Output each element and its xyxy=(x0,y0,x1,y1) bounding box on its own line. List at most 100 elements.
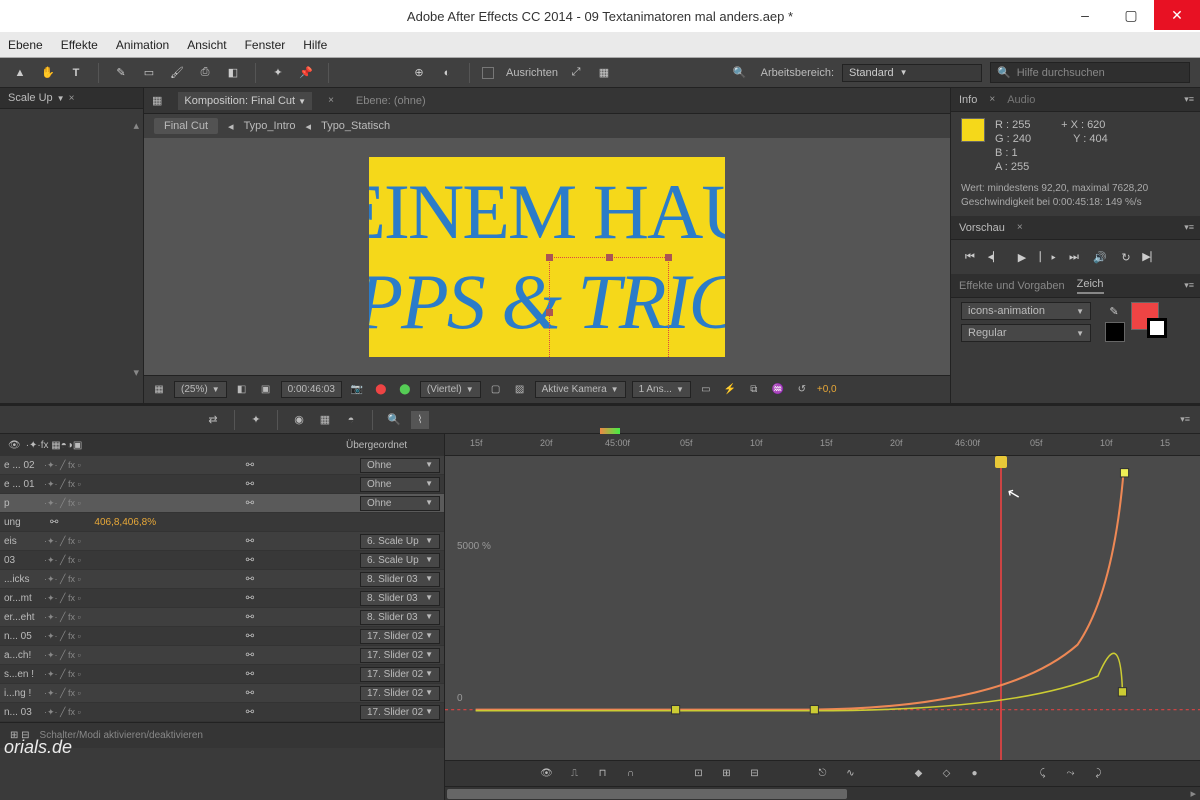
layer-row[interactable]: 03·✦· ╱ fx ▫⚯6. Scale Up▼ xyxy=(0,551,444,570)
parent-dropdown[interactable]: 6. Scale Up▼ xyxy=(360,553,440,568)
graph-editor-icon[interactable]: ⌇ xyxy=(411,411,429,429)
text-tool-icon[interactable]: T xyxy=(66,63,86,83)
layer-switches[interactable]: ·✦· ╱ fx ▫ xyxy=(44,688,144,699)
layer-switches[interactable]: ·✦· ╱ fx ▫ xyxy=(44,707,144,718)
next-frame-button[interactable]: ⎸▸ xyxy=(1039,248,1057,266)
layer-switches[interactable]: ·✦· ╱ fx ▫ xyxy=(44,536,144,547)
link-icon[interactable]: ⚯ xyxy=(246,574,254,585)
link-icon[interactable]: ⚯ xyxy=(246,650,254,661)
close-icon[interactable]: × xyxy=(328,95,334,106)
layer-switches[interactable]: ·✦· ╱ fx ▫ xyxy=(44,574,144,585)
panel-menu-icon[interactable]: ▾≡ xyxy=(1184,280,1194,291)
menu-ansicht[interactable]: Ansicht xyxy=(187,38,226,52)
link-icon[interactable]: ⚯ xyxy=(246,536,254,547)
auto-bezier-icon[interactable]: ● xyxy=(966,765,984,783)
edit-expr-icon[interactable]: ∿ xyxy=(842,765,860,783)
parent-dropdown[interactable]: Ohne▼ xyxy=(360,477,440,492)
link-icon[interactable]: ⚯ xyxy=(246,707,254,718)
font-family-dropdown[interactable]: icons-animation▼ xyxy=(961,302,1091,320)
pin-tool-icon[interactable]: 📌 xyxy=(296,63,316,83)
layer-switches[interactable]: ·✦· ╱ fx ▫ xyxy=(44,555,144,566)
parent-dropdown[interactable]: 17. Slider 02▼ xyxy=(360,629,440,644)
ram-preview-button[interactable]: ▶⎸ xyxy=(1143,248,1161,266)
prev-frame-button[interactable]: ◂⎸ xyxy=(987,248,1005,266)
workspace-dropdown[interactable]: Standard ▼ xyxy=(842,64,982,82)
camera-dropdown[interactable]: Aktive Kamera▼ xyxy=(535,381,626,398)
grid-icon[interactable]: ▦ xyxy=(150,381,168,399)
link-icon[interactable]: ⚯ xyxy=(50,517,58,528)
link-icon[interactable]: ⚯ xyxy=(246,612,254,623)
tab-preview[interactable]: Vorschau xyxy=(959,222,1005,234)
timeline-scrollbar[interactable]: ▸ xyxy=(445,786,1200,800)
rect-tool-icon[interactable]: ▭ xyxy=(139,63,159,83)
fit-icon[interactable]: ⊡ xyxy=(690,765,708,783)
menu-fenster[interactable]: Fenster xyxy=(245,38,286,52)
link-icon[interactable]: ⚯ xyxy=(246,631,254,642)
ease-in-icon[interactable]: ⤹ xyxy=(1034,765,1052,783)
pixel-aspect-icon[interactable]: ▭ xyxy=(697,381,715,399)
exposure-value[interactable]: +0,0 xyxy=(817,384,837,395)
scroll-up-icon[interactable]: ▴ xyxy=(133,119,139,132)
anchor-icon[interactable]: ⊕ xyxy=(409,63,429,83)
parent-dropdown[interactable]: 6. Scale Up▼ xyxy=(360,534,440,549)
hand-tool-icon[interactable]: ✋ xyxy=(38,63,58,83)
parent-dropdown[interactable]: Ohne▼ xyxy=(360,496,440,511)
maximize-button[interactable]: ▢ xyxy=(1108,0,1154,30)
parent-dropdown[interactable]: 8. Slider 03▼ xyxy=(360,591,440,606)
link-icon[interactable]: ⚯ xyxy=(246,593,254,604)
transparency-icon[interactable]: ▨ xyxy=(511,381,529,399)
fit-all-icon[interactable]: ⊞ xyxy=(718,765,736,783)
link-icon[interactable]: ⚯ xyxy=(246,460,254,471)
brain-icon[interactable]: ▦ xyxy=(316,411,334,429)
graph-options-icon[interactable]: ⎍ xyxy=(566,765,584,783)
frame-blend-icon[interactable]: ✦ xyxy=(247,411,265,429)
res-half-icon[interactable]: ◧ xyxy=(233,381,251,399)
timeline-icon[interactable]: ⧉ xyxy=(745,381,763,399)
link-icon[interactable]: ⚯ xyxy=(246,498,254,509)
snap-opts-icon[interactable]: ⤢ xyxy=(566,63,586,83)
scroll-down-icon[interactable]: ▾ xyxy=(133,366,139,379)
stroke-swatch[interactable] xyxy=(1105,322,1125,342)
tab-info[interactable]: Info xyxy=(959,94,977,106)
link-icon[interactable]: ⚯ xyxy=(246,688,254,699)
brush-tool-icon[interactable]: 🖌 xyxy=(167,63,187,83)
fast-preview-icon[interactable]: ⚡ xyxy=(721,381,739,399)
search-layer-icon[interactable]: 🔍 xyxy=(385,411,403,429)
parent-dropdown[interactable]: 17. Slider 02▼ xyxy=(360,648,440,663)
layer-row[interactable]: n... 05·✦· ╱ fx ▫⚯17. Slider 02▼ xyxy=(0,627,444,646)
menu-ebene[interactable]: Ebene xyxy=(8,38,43,52)
ease-out-icon[interactable]: ⤸ xyxy=(1090,765,1108,783)
panel-menu-icon[interactable]: ▾≡ xyxy=(1184,94,1194,105)
layer-row[interactable]: er...eht·✦· ╱ fx ▫⚯8. Slider 03▼ xyxy=(0,608,444,627)
composition-tab[interactable]: Komposition: Final Cut ▼ xyxy=(178,92,312,110)
play-button[interactable]: ▶ xyxy=(1013,248,1031,266)
menu-animation[interactable]: Animation xyxy=(116,38,169,52)
link-icon[interactable]: ⚯ xyxy=(246,479,254,490)
reset-exposure-icon[interactable]: ↺ xyxy=(793,381,811,399)
panel-menu-icon[interactable]: ▾≡ xyxy=(1180,414,1190,425)
last-frame-button[interactable]: ⏭ xyxy=(1065,248,1083,266)
layer-switches[interactable]: ·✦· ╱ fx ▫ xyxy=(44,631,144,642)
tab-character[interactable]: Zeich xyxy=(1077,278,1104,294)
layer-row[interactable]: or...mt·✦· ╱ fx ▫⚯8. Slider 03▼ xyxy=(0,589,444,608)
layer-switches[interactable]: ·✦· ╱ fx ▫ xyxy=(44,593,144,604)
layer-row[interactable]: eis·✦· ╱ fx ▫⚯6. Scale Up▼ xyxy=(0,532,444,551)
mask-icon[interactable]: ◐ xyxy=(437,63,457,83)
parent-dropdown[interactable]: 17. Slider 02▼ xyxy=(360,705,440,720)
effect-controls-tab[interactable]: Scale Up ▼ × ▾≡ xyxy=(0,88,143,109)
stamp-tool-icon[interactable]: ⎙ xyxy=(195,63,215,83)
resolution-dropdown[interactable]: (Viertel)▼ xyxy=(420,381,481,398)
layer-switches[interactable]: ·✦· ╱ fx ▫ xyxy=(44,612,144,623)
scroll-right-icon[interactable]: ▸ xyxy=(1190,787,1196,800)
tab-audio[interactable]: Audio xyxy=(1007,94,1035,106)
breadcrumb-item[interactable]: Typo_Statisch xyxy=(321,120,390,132)
layer-switches[interactable]: ·✦· ╱ fx ▫ xyxy=(44,479,144,490)
parent-dropdown[interactable]: 17. Slider 02▼ xyxy=(360,667,440,682)
layer-row[interactable]: e ... 02·✦· ╱ fx ▫⚯Ohne▼ xyxy=(0,456,444,475)
workspace-icon[interactable]: 🔍 xyxy=(733,66,747,79)
minimize-button[interactable]: – xyxy=(1062,0,1108,30)
eye-icon[interactable]: 👁 xyxy=(538,765,556,783)
bg-swatch[interactable] xyxy=(1147,318,1167,338)
font-style-dropdown[interactable]: Regular▼ xyxy=(961,324,1091,342)
first-frame-button[interactable]: ⏮ xyxy=(961,248,979,266)
